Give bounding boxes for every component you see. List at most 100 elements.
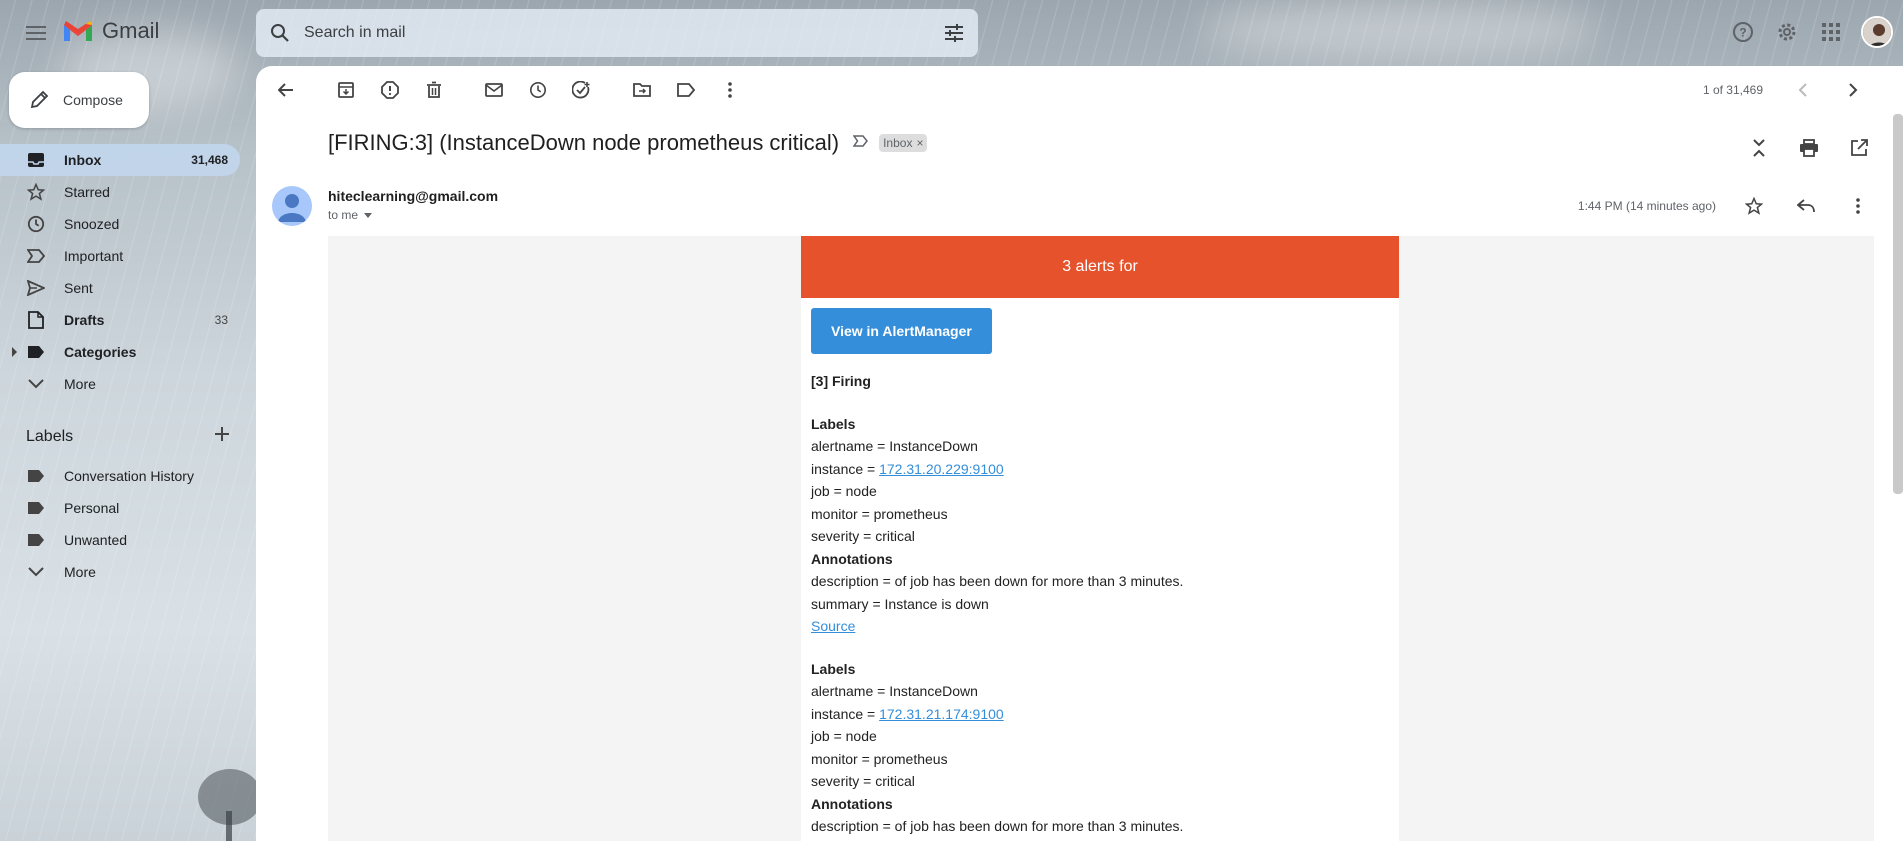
sidebar-item-label: Drafts	[64, 312, 105, 328]
archive-button[interactable]	[326, 70, 366, 110]
chevron-right-icon	[1849, 83, 1858, 97]
annotations-heading: Annotations	[811, 795, 893, 812]
job-line: job = node	[811, 728, 877, 744]
help-button[interactable]: ?	[1723, 12, 1763, 52]
settings-button[interactable]	[1767, 12, 1807, 52]
open-new-window-button[interactable]	[1839, 128, 1879, 168]
instance-prefix: instance =	[811, 460, 880, 477]
search-icon[interactable]	[256, 9, 304, 57]
chip-label: Inbox	[883, 136, 913, 150]
compose-label: Compose	[63, 92, 123, 108]
sender-avatar[interactable]	[272, 186, 312, 226]
labels-button[interactable]	[666, 70, 706, 110]
sidebar-item-sent[interactable]: Sent	[0, 272, 240, 304]
recipient-text: to me	[328, 208, 359, 222]
search-bar	[256, 9, 978, 57]
sender-email[interactable]: hiteclearning@gmail.com	[328, 188, 498, 204]
alert-card: 3 alerts for View in AlertManager [3] Fi…	[801, 236, 1399, 841]
monitor-line: monitor = prometheus	[811, 505, 948, 522]
more-actions-button[interactable]	[710, 70, 750, 110]
back-button[interactable]	[266, 70, 306, 110]
sidebar-item-more[interactable]: More	[0, 368, 240, 400]
severity-line: severity = critical	[811, 773, 915, 789]
account-avatar[interactable]	[1861, 16, 1893, 48]
sidebar-item-drafts[interactable]: Drafts 33	[0, 304, 240, 336]
clock-icon	[26, 214, 46, 234]
report-icon	[381, 81, 399, 99]
email-subject: [FIRING:3] (InstanceDown node prometheus…	[328, 130, 840, 155]
label-name: More	[64, 564, 96, 580]
delete-button[interactable]	[414, 70, 454, 110]
draft-icon	[26, 310, 46, 330]
summary-line: summary = Instance is down	[811, 595, 989, 612]
main-menu-button[interactable]	[18, 15, 54, 51]
chevron-down-icon	[26, 562, 46, 582]
reply-icon	[1797, 199, 1815, 213]
recipient-details[interactable]: to me	[328, 208, 373, 222]
message-timestamp: 1:44 PM (14 minutes ago)	[1577, 199, 1716, 213]
remove-label-button[interactable]: ×	[916, 136, 923, 150]
sidebar-item-starred[interactable]: Starred	[0, 176, 240, 208]
source-link[interactable]: Source	[811, 618, 855, 634]
label-item-more[interactable]: More	[0, 556, 240, 588]
view-in-alertmanager-button[interactable]: View in AlertManager	[811, 308, 992, 354]
inbox-count: 31,468	[191, 153, 228, 167]
expand-caret-icon[interactable]	[12, 347, 17, 357]
chevron-left-icon	[1798, 83, 1807, 97]
sidebar-item-important[interactable]: Important	[0, 240, 240, 272]
label-item-personal[interactable]: Personal	[0, 492, 240, 524]
compose-button[interactable]: Compose	[9, 72, 149, 128]
add-task-icon	[572, 81, 590, 99]
collapse-all-button[interactable]	[1739, 128, 1779, 168]
snooze-button[interactable]	[518, 70, 558, 110]
message-actions: 1:44 PM (14 minutes ago)	[1578, 186, 1882, 226]
send-icon	[26, 278, 46, 298]
label-icon	[26, 342, 46, 362]
inbox-label-chip: Inbox ×	[879, 134, 928, 152]
arrow-back-icon	[278, 83, 293, 97]
label-name: Personal	[64, 500, 120, 516]
report-spam-button[interactable]	[370, 70, 410, 110]
help-icon: ?	[1733, 22, 1753, 42]
alert-header: 3 alerts for	[801, 236, 1399, 298]
search-options-icon[interactable]	[930, 9, 978, 57]
alertname-line: alertname = InstanceDown	[811, 438, 978, 454]
important-marker-icon[interactable]	[852, 134, 869, 152]
sidebar-item-snoozed[interactable]: Snoozed	[0, 208, 240, 240]
pager: 1 of 31,469	[1703, 66, 1873, 114]
instance-line: instance = 172.31.21.174:9100	[811, 703, 1389, 726]
reply-button[interactable]	[1786, 186, 1826, 226]
sender-row: hiteclearning@gmail.com to me 1:44 PM (1…	[272, 186, 1882, 236]
subject-row: [FIRING:3] (InstanceDown node prometheus…	[328, 130, 928, 156]
add-label-button[interactable]	[214, 426, 230, 447]
more-vert-icon	[1856, 198, 1860, 214]
instance-link[interactable]: 172.31.20.229:9100	[879, 461, 1004, 477]
sidebar-item-label: Categories	[64, 344, 137, 360]
older-button[interactable]	[1833, 70, 1873, 110]
label-icon	[26, 530, 46, 550]
app-name: Gmail	[102, 18, 160, 43]
message-more-button[interactable]	[1838, 186, 1878, 226]
newer-button[interactable]	[1783, 70, 1823, 110]
star-button[interactable]	[1734, 186, 1774, 226]
mail-icon	[485, 83, 503, 97]
print-button[interactable]	[1789, 128, 1829, 168]
label-item-unwanted[interactable]: Unwanted	[0, 524, 240, 556]
label-item-conversation-history[interactable]: Conversation History	[0, 460, 240, 492]
instance-link[interactable]: 172.31.21.174:9100	[879, 706, 1004, 722]
sidebar-item-inbox[interactable]: Inbox 31,468	[0, 144, 240, 176]
label-icon	[26, 466, 46, 486]
subject-actions	[1739, 128, 1883, 168]
pencil-icon	[30, 90, 49, 109]
labels-heading: Labels	[811, 660, 856, 677]
description-line: description = of job has been down for m…	[811, 573, 1184, 589]
move-to-button[interactable]	[622, 70, 662, 110]
search-input[interactable]	[304, 24, 930, 42]
apps-button[interactable]	[1811, 12, 1851, 52]
mark-unread-button[interactable]	[474, 70, 514, 110]
sidebar-item-categories[interactable]: Categories	[0, 336, 240, 368]
add-to-tasks-button[interactable]	[562, 70, 602, 110]
gmail-logo[interactable]: Gmail	[62, 18, 159, 44]
top-right-actions: ?	[1723, 12, 1903, 52]
scrollbar[interactable]	[1893, 114, 1903, 494]
